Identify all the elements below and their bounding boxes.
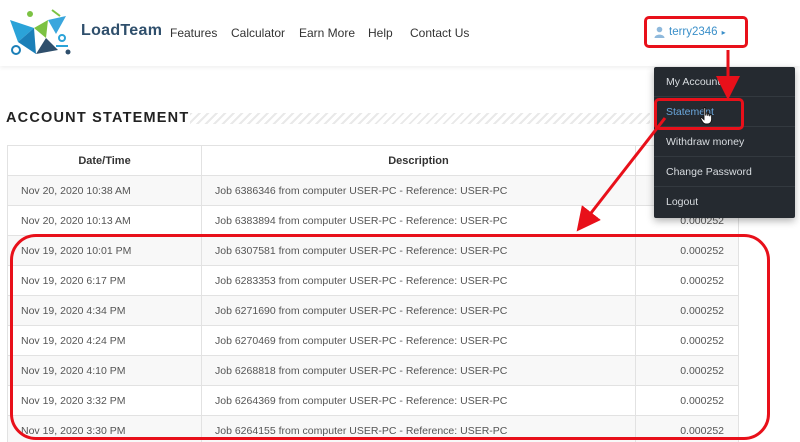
table-header-row: Date/Time Description	[8, 146, 739, 176]
table-row: Nov 20, 2020 10:13 AM Job 6383894 from c…	[8, 206, 739, 236]
table-row: Nov 20, 2020 10:38 AM Job 6386346 from c…	[8, 176, 739, 206]
header-datetime: Date/Time	[8, 146, 202, 175]
page-title: ACCOUNT STATEMENT	[6, 110, 190, 126]
annotation-statement-highlight	[654, 98, 744, 130]
menu-item-withdraw-money[interactable]: Withdraw money	[654, 127, 795, 157]
menu-item-my-account[interactable]: My Account	[654, 67, 795, 97]
cell-datetime: Nov 20, 2020 10:38 AM	[8, 176, 202, 205]
title-decoration	[190, 113, 650, 124]
brand-name[interactable]: LoadTeam	[81, 22, 162, 40]
loadteam-logo[interactable]	[8, 6, 74, 60]
header-description: Description	[202, 146, 636, 175]
cell-datetime: Nov 20, 2020 10:13 AM	[8, 206, 202, 235]
cell-description: Job 6386346 from computer USER-PC - Refe…	[202, 176, 636, 205]
nav-features[interactable]: Features	[170, 26, 217, 40]
nav-contact-us[interactable]: Contact Us	[410, 26, 469, 40]
annotation-rows-highlight	[10, 234, 770, 440]
cell-description: Job 6383894 from computer USER-PC - Refe…	[202, 206, 636, 235]
user-dropdown-menu: My Account Statement Withdraw money Chan…	[654, 67, 795, 218]
nav-calculator[interactable]: Calculator	[231, 26, 285, 40]
annotation-user-highlight	[644, 16, 748, 48]
nav-help[interactable]: Help	[368, 26, 393, 40]
menu-item-logout[interactable]: Logout	[654, 187, 795, 217]
menu-item-change-password[interactable]: Change Password	[654, 157, 795, 187]
nav-earn-more[interactable]: Earn More	[299, 26, 355, 40]
